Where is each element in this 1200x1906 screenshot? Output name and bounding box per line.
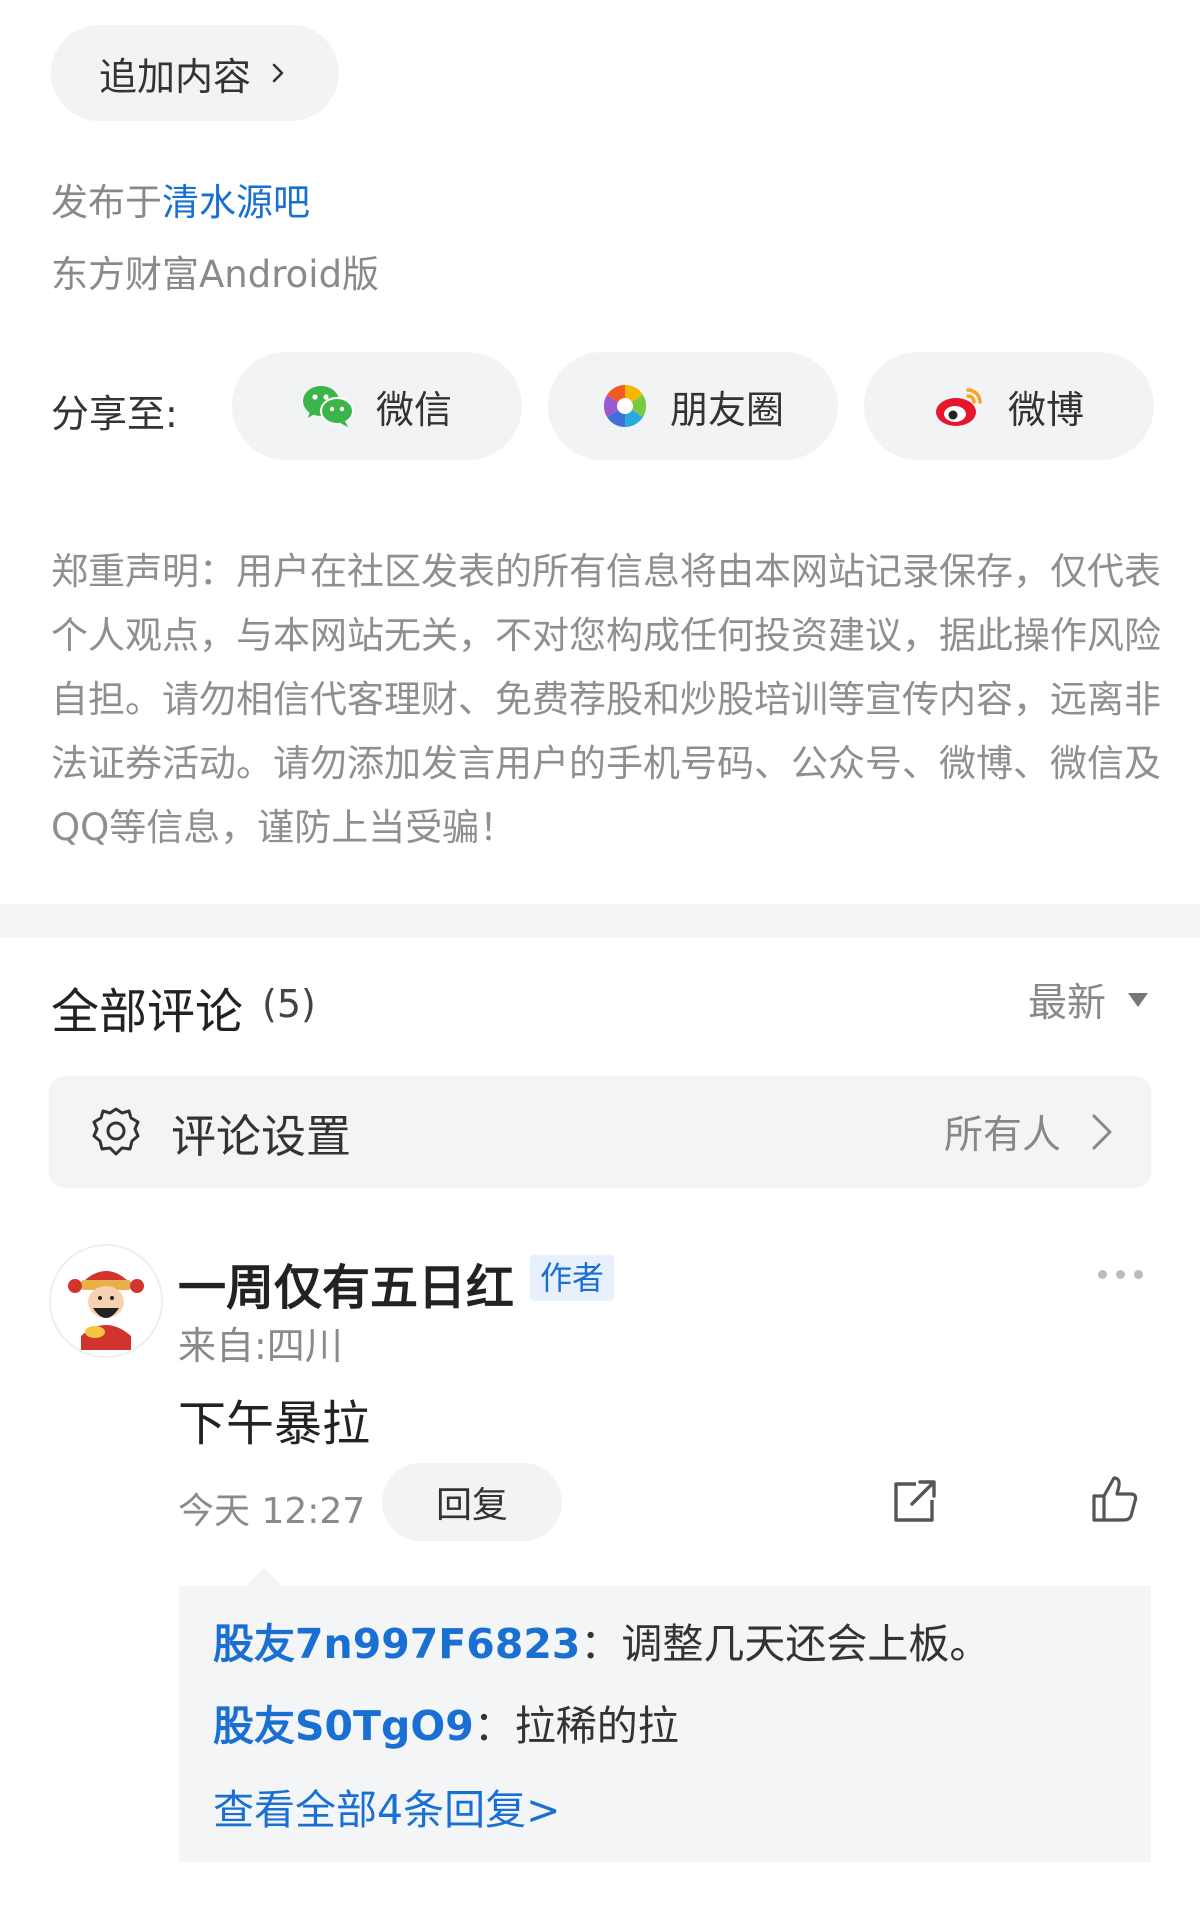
reply-text: 调整几天还会上板。 (621, 1620, 991, 1668)
avatar[interactable] (49, 1244, 163, 1358)
append-content-button[interactable]: 追加内容 (51, 25, 339, 121)
avatar-image (51, 1246, 161, 1356)
reply-button[interactable]: 回复 (382, 1463, 562, 1541)
chevron-right-icon (1092, 1114, 1112, 1150)
moments-icon (603, 384, 647, 428)
client-source: 东方财富Android版 (51, 253, 380, 296)
share-moments-button[interactable]: 朋友圈 (548, 352, 838, 460)
append-content-label: 追加内容 (99, 54, 252, 99)
more-options-icon[interactable] (1098, 1270, 1143, 1279)
section-divider (0, 904, 1200, 938)
bar-link[interactable]: 清水源吧 (162, 181, 310, 224)
reply-item[interactable]: 股友S0TgO9：拉稀的拉 (213, 1692, 679, 1752)
share-label: 分享至: (51, 392, 178, 436)
share-wechat-label: 微信 (375, 387, 452, 432)
caret-down-icon (1128, 993, 1149, 1007)
published-in: 发布于清水源吧 (51, 172, 310, 226)
comment-text: 下午暴拉 (178, 1396, 371, 1452)
replies-pointer (246, 1568, 282, 1586)
reply-user[interactable]: 股友7n997F6823 (213, 1620, 580, 1668)
weibo-icon (935, 388, 982, 426)
comments-count: (5) (262, 982, 316, 1026)
comments-title: 全部评论 (51, 984, 244, 1040)
share-weibo-label: 微博 (1007, 387, 1084, 432)
comment-settings-value: 所有人 (943, 1113, 1061, 1158)
view-all-replies-link[interactable]: 查看全部4条回复> (213, 1776, 560, 1836)
comment-settings-row[interactable]: 评论设置 所有人 (49, 1076, 1151, 1188)
thumbs-up-icon[interactable] (1090, 1474, 1140, 1524)
reply-text: 拉稀的拉 (514, 1702, 679, 1750)
chevron-right-icon (272, 63, 284, 83)
gear-icon (92, 1107, 140, 1156)
author-badge: 作者 (530, 1255, 615, 1301)
share-weibo-button[interactable]: 微博 (864, 352, 1154, 460)
share-wechat-button[interactable]: 微信 (232, 352, 522, 460)
reply-user[interactable]: 股友S0TgO9 (213, 1702, 474, 1750)
sort-dropdown[interactable]: 最新 (1028, 972, 1149, 1028)
comment-time: 今天 12:27 (178, 1491, 366, 1532)
wechat-icon (302, 386, 354, 427)
reply-separator: ： (580, 1620, 622, 1668)
published-prefix: 发布于 (51, 181, 162, 224)
share-moments-label: 朋友圈 (669, 387, 784, 432)
disclaimer-text: 郑重声明：用户在社区发表的所有信息将由本网站记录保存，仅代表个人观点，与本网站无… (51, 550, 1161, 849)
reply-item[interactable]: 股友7n997F6823：调整几天还会上板。 (213, 1610, 990, 1670)
sort-label: 最新 (1028, 981, 1107, 1026)
reply-button-label: 回复 (435, 1485, 508, 1526)
comment-author[interactable]: 一周仅有五日红 (178, 1248, 514, 1318)
replies-box: 股友7n997F6823：调整几天还会上板。 股友S0TgO9：拉稀的拉 查看全… (179, 1586, 1151, 1862)
share-external-icon[interactable] (890, 1478, 938, 1526)
reply-separator: ： (473, 1702, 515, 1750)
comment-location: 来自:四川 (178, 1324, 343, 1368)
comment-settings-label: 评论设置 (171, 1109, 352, 1163)
